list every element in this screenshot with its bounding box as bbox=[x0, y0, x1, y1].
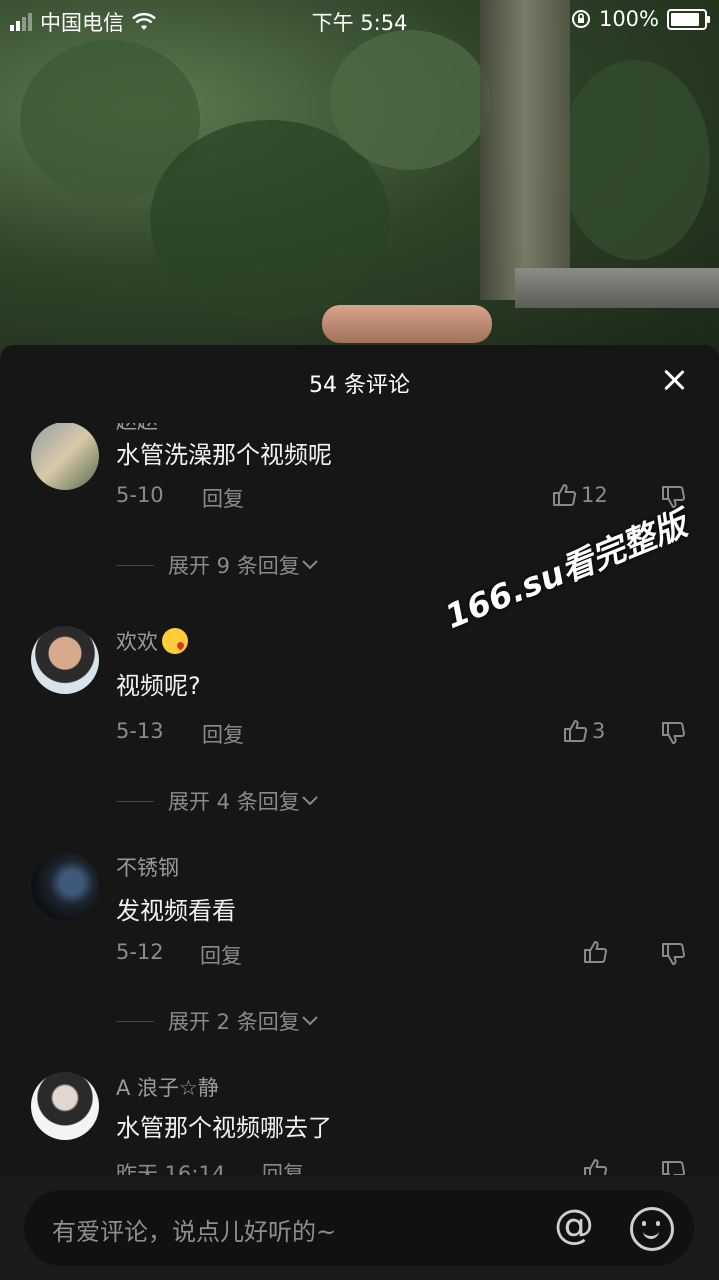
wood-beam bbox=[515, 268, 719, 308]
expand-replies-label: 展开 2 条回复 bbox=[168, 1010, 300, 1034]
like-button[interactable]: 12 bbox=[551, 482, 608, 508]
thumbs-down-icon[interactable] bbox=[660, 720, 686, 746]
foliage bbox=[330, 30, 490, 170]
close-icon[interactable] bbox=[663, 369, 685, 391]
chevron-down-icon bbox=[302, 1016, 318, 1026]
reply-button[interactable]: 回复 bbox=[200, 940, 242, 970]
thumbs-down-icon[interactable] bbox=[660, 1159, 686, 1175]
reply-button[interactable]: 回复 bbox=[262, 1158, 304, 1175]
comment-username[interactable]: A 浪子☆静 bbox=[116, 1072, 219, 1102]
comment-date: 5-12 bbox=[116, 940, 164, 964]
comment-text: 水管那个视频哪去了 bbox=[116, 1114, 332, 1142]
comment-date: 5-13 bbox=[116, 719, 164, 743]
like-button[interactable] bbox=[582, 1157, 608, 1175]
comment-text: 水管洗澡那个视频呢 bbox=[116, 441, 332, 469]
chevron-down-icon bbox=[302, 560, 318, 570]
comment-item: 不锈钢 发视频看看 5-12 回复 展开 2 条回复 bbox=[0, 846, 719, 1034]
chevron-down-icon bbox=[302, 796, 318, 806]
battery-icon bbox=[667, 8, 710, 30]
video-background bbox=[0, 0, 719, 360]
comment-input-bar: 有爱评论，说点儿好听的~ @ bbox=[0, 1176, 719, 1280]
expand-replies[interactable]: 展开 4 条回复 bbox=[116, 786, 320, 816]
comment-input-placeholder: 有爱评论，说点儿好听的~ bbox=[52, 1218, 337, 1246]
comment-date: 5-10 bbox=[116, 483, 164, 507]
water-pipe bbox=[322, 305, 492, 343]
comment-username[interactable]: 赵赵 bbox=[116, 423, 158, 435]
orientation-lock-icon bbox=[571, 10, 590, 28]
emoji-icon[interactable] bbox=[630, 1207, 674, 1251]
comment-text: 发视频看看 bbox=[116, 897, 236, 925]
avatar[interactable] bbox=[31, 626, 99, 694]
thumbs-up-icon bbox=[553, 484, 577, 506]
reply-button[interactable]: 回复 bbox=[202, 719, 244, 749]
reply-button[interactable]: 回复 bbox=[202, 483, 244, 513]
like-button[interactable] bbox=[582, 939, 608, 965]
comment-text: 视频呢? bbox=[116, 672, 201, 700]
divider bbox=[116, 1020, 154, 1022]
thumbs-up-icon bbox=[564, 720, 588, 742]
comment-sheet: 54 条评论 赵赵 水管洗澡那个视频呢 5-10 回复 12 展开 9 条回复 … bbox=[0, 345, 719, 1280]
avatar[interactable] bbox=[31, 423, 99, 490]
comment-username[interactable]: 欢欢 bbox=[116, 626, 188, 656]
like-button[interactable]: 3 bbox=[562, 718, 605, 744]
thumbs-up-icon bbox=[584, 941, 608, 963]
avatar[interactable] bbox=[31, 852, 99, 920]
comment-item: A 浪子☆静 水管那个视频哪去了 昨天 16:14 回复 bbox=[0, 1068, 719, 1175]
comment-item: 欢欢 视频呢? 5-13 回复 3 展开 4 条回复 bbox=[0, 626, 719, 814]
foliage bbox=[560, 60, 710, 260]
divider bbox=[116, 564, 154, 566]
expand-replies[interactable]: 展开 2 条回复 bbox=[116, 1006, 320, 1036]
comment-count-title: 54 条评论 bbox=[309, 373, 410, 398]
thumbs-up-icon bbox=[584, 1159, 608, 1175]
expand-replies[interactable]: 展开 9 条回复 bbox=[116, 550, 320, 580]
mention-icon[interactable]: @ bbox=[554, 1202, 594, 1248]
kiss-emoji-icon bbox=[162, 628, 188, 654]
status-bar: 中国电信 下午 5:54 100% bbox=[0, 0, 719, 40]
tree-trunk bbox=[480, 0, 570, 300]
expand-replies-label: 展开 9 条回复 bbox=[168, 554, 300, 578]
like-count: 12 bbox=[581, 483, 608, 507]
thumbs-down-icon[interactable] bbox=[660, 941, 686, 967]
expand-replies-label: 展开 4 条回复 bbox=[168, 790, 300, 814]
like-count: 3 bbox=[592, 719, 606, 743]
comment-username[interactable]: 不锈钢 bbox=[116, 852, 179, 882]
comment-input[interactable]: 有爱评论，说点儿好听的~ @ bbox=[24, 1190, 694, 1266]
avatar[interactable] bbox=[31, 1072, 99, 1140]
divider bbox=[116, 800, 154, 802]
battery-percent: 100% bbox=[598, 7, 659, 31]
comment-date: 昨天 16:14 bbox=[116, 1162, 226, 1175]
